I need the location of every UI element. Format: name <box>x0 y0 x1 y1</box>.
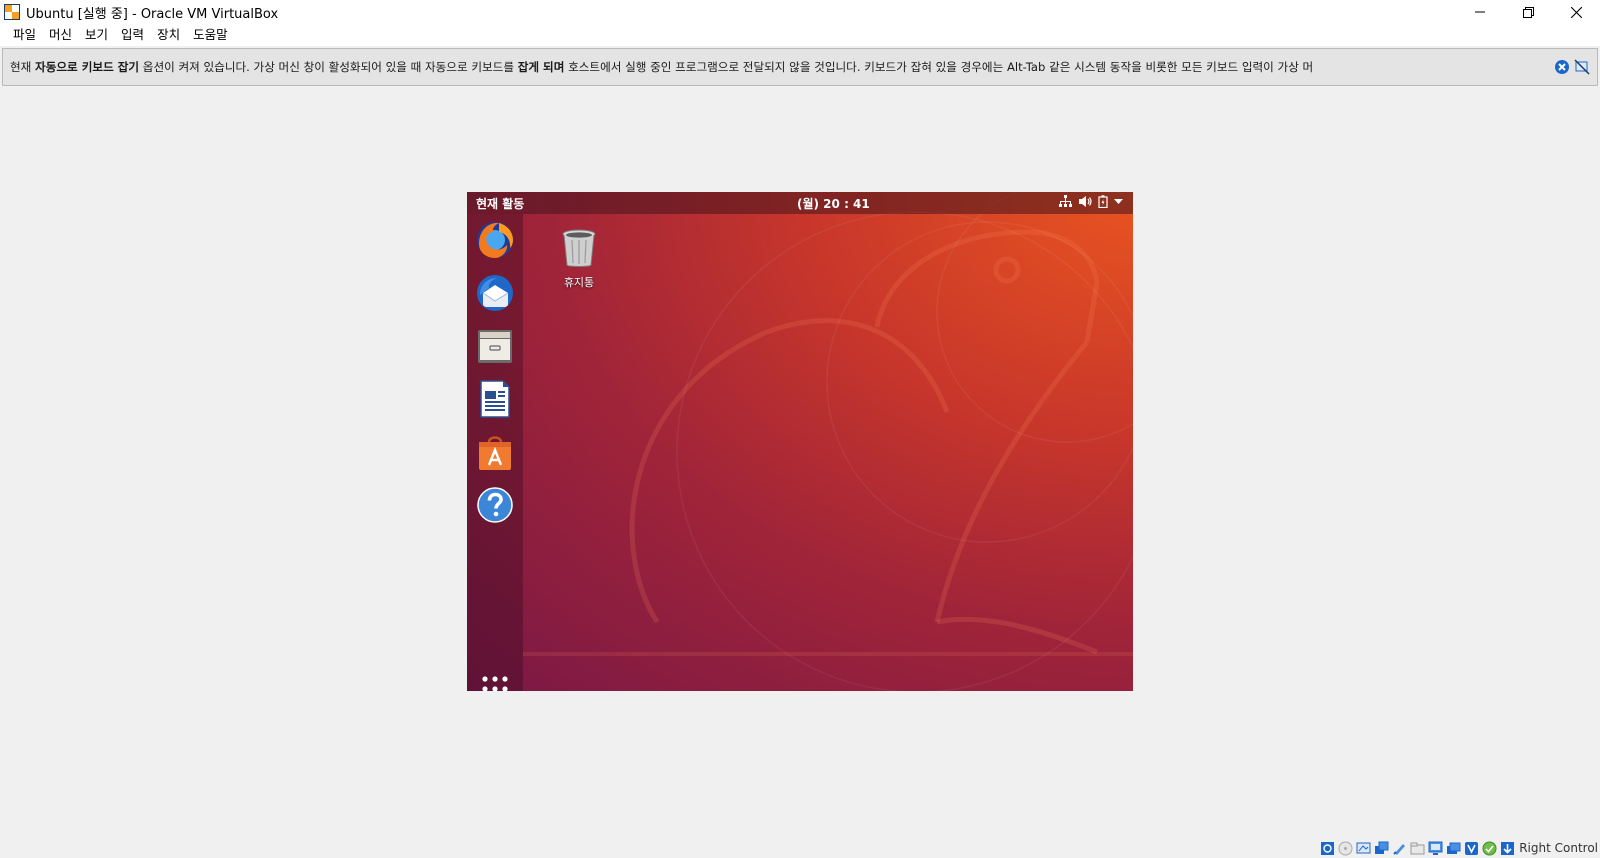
guest-additions-status-icon[interactable] <box>1481 840 1497 856</box>
restore-icon <box>1522 6 1534 18</box>
system-tray[interactable] <box>1059 195 1123 208</box>
dock-item-firefox[interactable] <box>474 219 516 261</box>
menubar: 파일 머신 보기 입력 장치 도움말 <box>0 24 1600 46</box>
volume-icon <box>1078 195 1092 208</box>
notice-bold-text: 잡게 되며 <box>517 60 565 74</box>
menu-input[interactable]: 입력 <box>115 24 150 46</box>
menu-file[interactable]: 파일 <box>7 24 42 46</box>
restore-button[interactable] <box>1504 0 1552 24</box>
shared-folders-status-icon[interactable] <box>1409 840 1425 856</box>
network-status-icon[interactable] <box>1373 840 1389 856</box>
optical-drive-status-icon[interactable] <box>1337 840 1353 856</box>
activities-button[interactable]: 현재 활동 <box>476 195 524 212</box>
menu-view[interactable]: 보기 <box>79 24 114 46</box>
video-capture-status-icon[interactable] <box>1445 840 1461 856</box>
window-title: Ubuntu [실행 중] - Oracle VM VirtualBox <box>26 6 279 22</box>
desktop-trash[interactable]: 휴지통 <box>555 228 603 290</box>
trash-label: 휴지통 <box>563 276 595 289</box>
notice-text-part: 현재 <box>10 60 36 74</box>
menu-machine[interactable]: 머신 <box>43 24 78 46</box>
virtualization-status-icon[interactable] <box>1463 840 1479 856</box>
network-icon <box>1059 195 1072 208</box>
help-icon <box>477 487 513 523</box>
notice-buttons <box>1553 58 1591 76</box>
auto-capture-keyboard-notice: 현재 자동으로 키보드 잡기 옵션이 켜져 있습니다. 가상 머신 창이 활성화… <box>2 48 1598 86</box>
show-applications-button[interactable] <box>481 675 509 691</box>
minimize-icon <box>1475 11 1485 13</box>
hard-disk-status-icon[interactable] <box>1319 840 1335 856</box>
mouse-integration-status-icon[interactable] <box>1499 840 1515 856</box>
close-circle-icon <box>1555 60 1569 74</box>
window-titlebar: Ubuntu [실행 중] - Oracle VM VirtualBox <box>0 0 1600 24</box>
display-status-icon[interactable] <box>1427 840 1443 856</box>
notice-text-part: 옵션이 켜져 있습니다. 가상 머신 창이 활성화되어 있을 때 자동으로 키보… <box>139 60 518 74</box>
dock-item-files[interactable] <box>474 325 516 367</box>
dock-item-thunderbird[interactable] <box>474 272 516 314</box>
battery-icon <box>1098 195 1108 208</box>
gnome-topbar: 현재 활동 (월) 20 : 41 <box>467 192 1133 214</box>
vm-display[interactable]: 현재 활동 (월) 20 : 41 휴지통 <box>467 192 1133 691</box>
dock-item-help[interactable] <box>474 484 516 526</box>
ubuntu-dock <box>467 214 523 691</box>
firefox-icon <box>477 222 513 258</box>
thunderbird-icon <box>477 275 513 311</box>
file-cabinet-icon <box>478 330 512 363</box>
window-controls <box>1456 0 1600 24</box>
notice-dont-show-button[interactable] <box>1573 58 1591 76</box>
dock-item-software[interactable] <box>474 431 516 473</box>
trash-icon <box>562 229 596 267</box>
vm-statusbar: Right Control <box>1319 838 1600 858</box>
menu-help[interactable]: 도움말 <box>187 24 234 46</box>
writer-document-icon <box>480 380 510 418</box>
mute-notice-icon <box>1574 59 1590 75</box>
dock-item-libreoffice-writer[interactable] <box>474 378 516 420</box>
software-bag-icon <box>479 436 511 470</box>
notice-close-button[interactable] <box>1553 58 1571 76</box>
notice-text-part: 호스트에서 실행 중인 프로그램으로 전달되지 않을 것입니다. 키보드가 잡혀… <box>564 60 1314 74</box>
clock[interactable]: (월) 20 : 41 <box>797 195 870 212</box>
usb-status-icon[interactable] <box>1391 840 1407 856</box>
system-menu-chevron-down-icon <box>1114 198 1123 205</box>
notice-bold-text: 자동으로 키보드 잡기 <box>35 60 140 74</box>
host-key-label: Right Control <box>1519 841 1598 855</box>
audio-status-icon[interactable] <box>1355 840 1371 856</box>
close-icon <box>1570 6 1582 18</box>
minimize-button[interactable] <box>1456 0 1504 24</box>
notice-text: 현재 자동으로 키보드 잡기 옵션이 켜져 있습니다. 가상 머신 창이 활성화… <box>10 59 1550 75</box>
close-button[interactable] <box>1552 0 1600 24</box>
virtualbox-app-icon[interactable] <box>3 3 21 21</box>
menu-devices[interactable]: 장치 <box>151 24 186 46</box>
app-grid-icon <box>482 676 508 691</box>
